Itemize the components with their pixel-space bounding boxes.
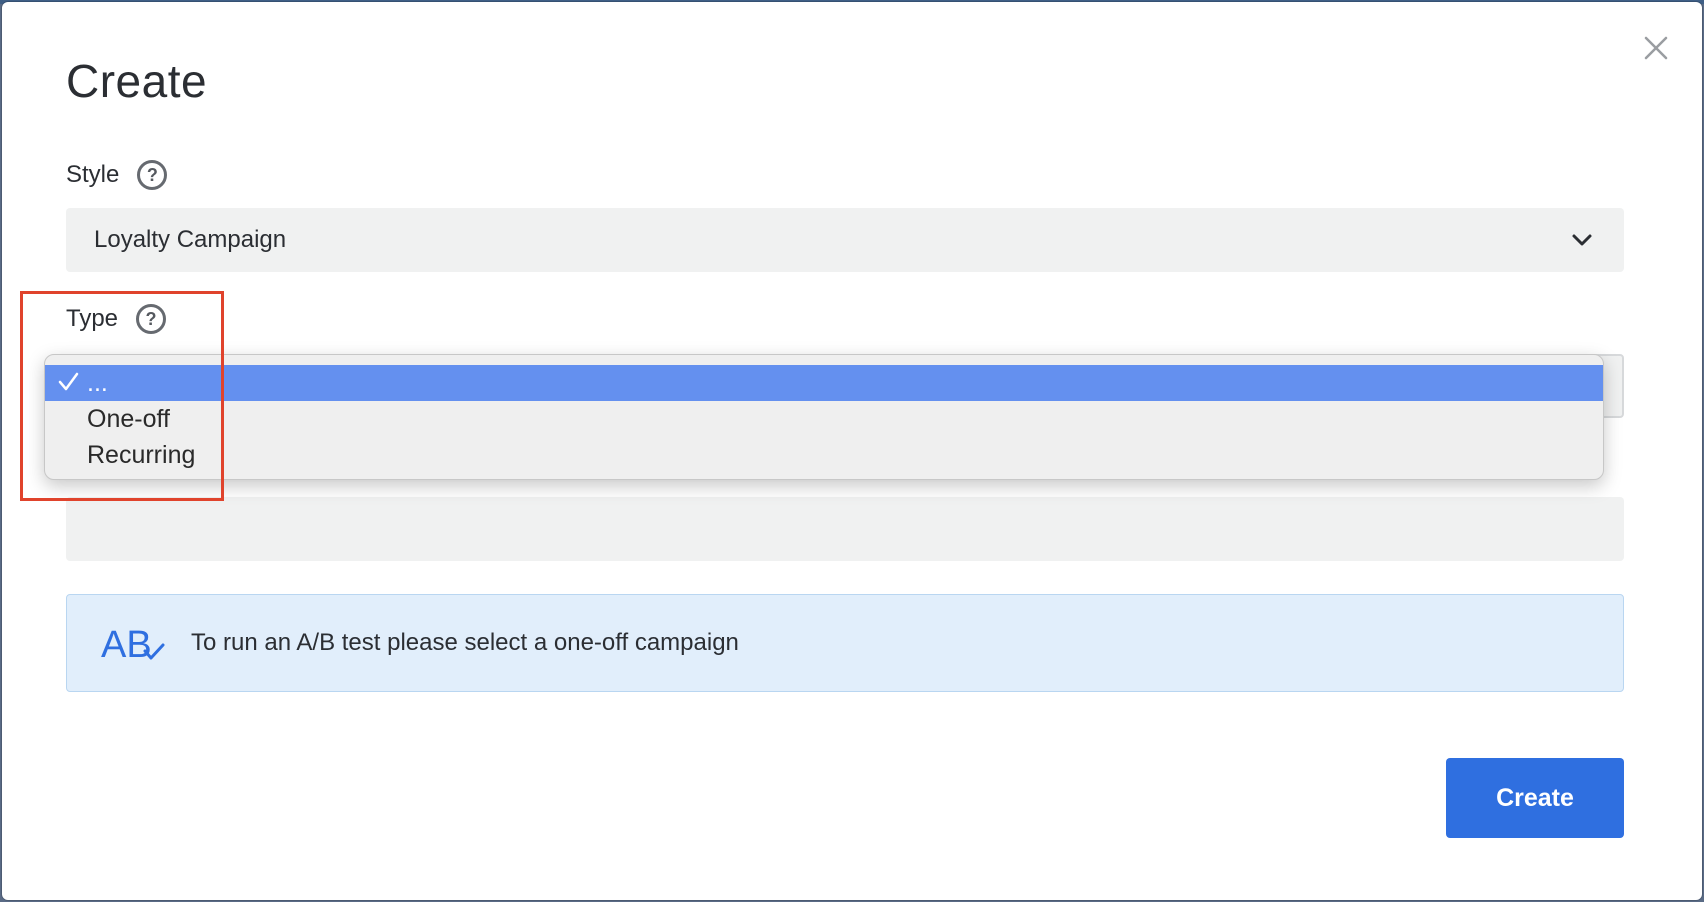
type-label: Type xyxy=(66,305,119,332)
type-label-row: Type ? xyxy=(66,304,167,334)
option-label: Recurring xyxy=(87,440,196,469)
option-label: ... xyxy=(87,368,108,397)
style-select-value: Loyalty Campaign xyxy=(94,226,287,253)
question-circle-icon[interactable]: ? xyxy=(136,304,167,334)
ab-test-icon: AB xyxy=(101,624,165,665)
close-icon xyxy=(1644,36,1668,60)
banner-text: To run an A/B test please select a one-o… xyxy=(191,629,739,656)
dropdown-option-recurring[interactable]: Recurring xyxy=(45,437,1603,473)
option-label: One-off xyxy=(87,404,170,433)
style-label-row: Style ? xyxy=(66,160,168,190)
close-button[interactable] xyxy=(1640,32,1672,64)
dropdown-option-placeholder[interactable]: ... xyxy=(45,365,1603,401)
ab-test-info-banner: AB To run an A/B test please select a on… xyxy=(66,594,1624,692)
create-button[interactable]: Create xyxy=(1446,758,1624,838)
modal-title: Create xyxy=(66,55,208,107)
checkmark-icon xyxy=(58,372,79,391)
style-select[interactable]: Loyalty Campaign xyxy=(66,208,1624,272)
svg-text:AB: AB xyxy=(101,624,152,665)
type-dropdown-list: ... One-off Recurring xyxy=(44,354,1604,480)
dropdown-option-one-off[interactable]: One-off xyxy=(45,401,1603,437)
chevron-down-icon xyxy=(1572,234,1592,246)
style-label: Style xyxy=(66,161,120,188)
secondary-select[interactable] xyxy=(66,497,1624,561)
question-circle-icon[interactable]: ? xyxy=(137,160,168,190)
